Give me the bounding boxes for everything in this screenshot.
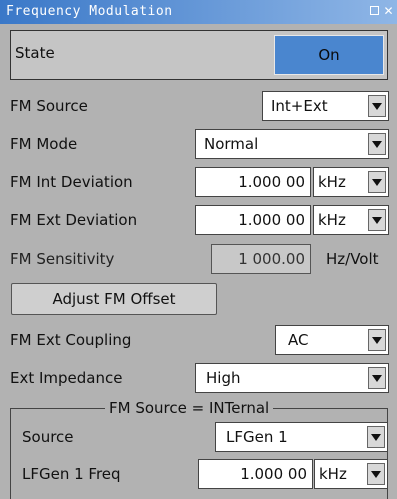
chevron-down-icon[interactable] (367, 463, 385, 485)
chevron-down-icon[interactable] (368, 329, 386, 351)
lfgen-freq-unit-select[interactable]: kHz (314, 459, 388, 489)
fm-int-deviation-input[interactable]: 1.000 00 (195, 167, 311, 197)
fm-mode-select[interactable]: Normal (195, 129, 389, 159)
state-toggle-button[interactable]: On (274, 35, 384, 75)
state-panel: State On (10, 30, 388, 80)
maximize-icon[interactable] (369, 5, 382, 18)
fm-int-deviation-unit: kHz (318, 173, 346, 191)
fm-ext-deviation-value: 1.000 00 (238, 211, 305, 229)
source-label: Source (22, 428, 74, 446)
ext-impedance-label: Ext Impedance (10, 369, 123, 387)
fm-ext-coupling-label: FM Ext Coupling (10, 331, 132, 349)
close-icon[interactable]: ✕ (382, 5, 395, 18)
lfgen-freq-input[interactable]: 1.000 00 (198, 459, 313, 489)
fm-ext-deviation-label: FM Ext Deviation (10, 211, 138, 229)
chevron-down-icon[interactable] (368, 133, 386, 155)
fm-int-deviation-unit-select[interactable]: kHz (313, 167, 389, 197)
lfgen-freq-unit: kHz (319, 465, 347, 483)
chevron-down-icon[interactable] (368, 171, 386, 193)
lfgen-freq-label: LFGen 1 Freq (22, 465, 121, 483)
ext-impedance-value: High (206, 369, 241, 387)
window-title: Frequency Modulation (6, 4, 173, 19)
fm-source-select[interactable]: Int+Ext (262, 91, 389, 121)
internal-source-group: FM Source = INTernal Source LFGen 1 LFGe… (10, 399, 388, 499)
fm-ext-coupling-value: AC (288, 331, 309, 349)
adjust-fm-offset-button[interactable]: Adjust FM Offset (11, 283, 217, 315)
internal-source-group-title: FM Source = INTernal (105, 399, 274, 417)
chevron-down-icon[interactable] (368, 367, 386, 389)
fm-source-value: Int+Ext (271, 97, 328, 115)
fm-int-deviation-value: 1.000 00 (238, 173, 305, 191)
frequency-modulation-window: Frequency Modulation ✕ State On FM Sourc… (0, 0, 397, 499)
fm-sensitivity-label: FM Sensitivity (10, 250, 115, 268)
fm-ext-deviation-input[interactable]: 1.000 00 (195, 205, 311, 235)
source-value: LFGen 1 (226, 428, 288, 446)
lfgen-freq-value: 1.000 00 (240, 465, 307, 483)
state-label: State (15, 44, 55, 62)
chevron-down-icon[interactable] (368, 95, 386, 117)
chevron-down-icon[interactable] (368, 209, 386, 231)
title-bar[interactable]: Frequency Modulation ✕ (0, 0, 397, 24)
fm-ext-deviation-unit: kHz (318, 211, 346, 229)
chevron-down-icon[interactable] (367, 426, 385, 448)
fm-mode-label: FM Mode (10, 135, 78, 153)
fm-ext-coupling-select[interactable]: AC (275, 325, 389, 355)
fm-mode-value: Normal (204, 135, 259, 153)
fm-sensitivity-value: 1 000.00 (238, 250, 305, 268)
fm-sensitivity-readout: 1 000.00 (211, 244, 311, 274)
fm-int-deviation-label: FM Int Deviation (10, 173, 133, 191)
ext-impedance-select[interactable]: High (195, 363, 389, 393)
fm-source-label: FM Source (10, 97, 88, 115)
source-select[interactable]: LFGen 1 (215, 422, 388, 452)
fm-ext-deviation-unit-select[interactable]: kHz (313, 205, 389, 235)
fm-sensitivity-unit: Hz/Volt (326, 250, 379, 268)
